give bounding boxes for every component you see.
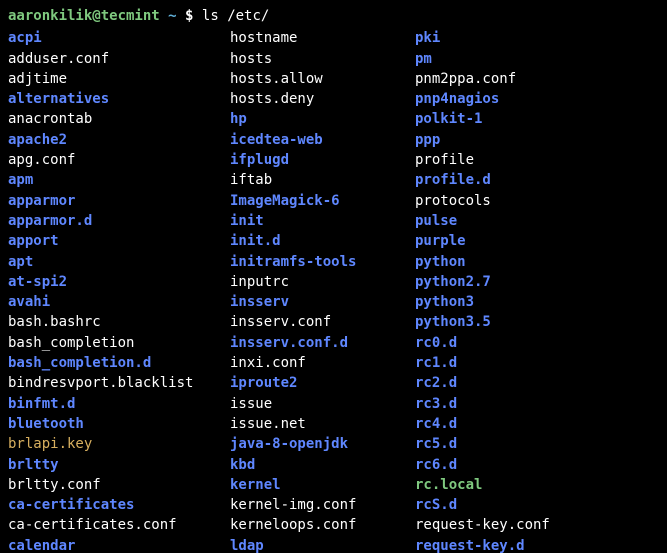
file-entry: hostname bbox=[230, 28, 415, 48]
file-entry: apt bbox=[8, 252, 230, 272]
prompt-symbol: $ bbox=[185, 8, 193, 24]
terminal-window[interactable]: aaronkilik@tecmint ~ $ ls /etc/ acpiaddu… bbox=[0, 0, 667, 553]
file-entry: rc0.d bbox=[415, 333, 659, 353]
file-entry: calendar bbox=[8, 536, 230, 553]
prompt-path: ~ bbox=[168, 8, 176, 24]
file-entry: profile bbox=[415, 150, 659, 170]
column-1: acpiadduser.confadjtimealternativesanacr… bbox=[8, 28, 230, 553]
file-entry: bash.bashrc bbox=[8, 312, 230, 332]
file-entry: iproute2 bbox=[230, 373, 415, 393]
file-entry: kbd bbox=[230, 455, 415, 475]
file-entry: icedtea-web bbox=[230, 130, 415, 150]
file-entry: polkit-1 bbox=[415, 109, 659, 129]
file-entry: rc.local bbox=[415, 475, 659, 495]
file-entry: insserv.conf.d bbox=[230, 333, 415, 353]
file-entry: issue.net bbox=[230, 414, 415, 434]
file-entry: pnm2ppa.conf bbox=[415, 69, 659, 89]
file-entry: bindresvport.blacklist bbox=[8, 373, 230, 393]
file-entry: kernel-img.conf bbox=[230, 495, 415, 515]
file-entry: init bbox=[230, 211, 415, 231]
file-entry: inputrc bbox=[230, 272, 415, 292]
file-entry: apache2 bbox=[8, 130, 230, 150]
file-entry: inxi.conf bbox=[230, 353, 415, 373]
file-entry: apport bbox=[8, 231, 230, 251]
file-entry: init.d bbox=[230, 231, 415, 251]
file-entry: apg.conf bbox=[8, 150, 230, 170]
file-entry: bash_completion.d bbox=[8, 353, 230, 373]
file-entry: python bbox=[415, 252, 659, 272]
file-entry: ca-certificates.conf bbox=[8, 515, 230, 535]
file-entry: adduser.conf bbox=[8, 49, 230, 69]
file-entry: rcS.d bbox=[415, 495, 659, 515]
file-entry: apm bbox=[8, 170, 230, 190]
column-3: pkipmpnm2ppa.confpnp4nagiospolkit-1ppppr… bbox=[415, 28, 659, 553]
file-entry: hp bbox=[230, 109, 415, 129]
ls-output: acpiadduser.confadjtimealternativesanacr… bbox=[8, 28, 659, 553]
file-entry: anacrontab bbox=[8, 109, 230, 129]
file-entry: brltty bbox=[8, 455, 230, 475]
file-entry: rc4.d bbox=[415, 414, 659, 434]
file-entry: python2.7 bbox=[415, 272, 659, 292]
file-entry: pulse bbox=[415, 211, 659, 231]
file-entry: ppp bbox=[415, 130, 659, 150]
file-entry: iftab bbox=[230, 170, 415, 190]
command-text: ls /etc/ bbox=[202, 8, 269, 24]
file-entry: alternatives bbox=[8, 89, 230, 109]
file-entry: insserv bbox=[230, 292, 415, 312]
file-entry: bluetooth bbox=[8, 414, 230, 434]
file-entry: purple bbox=[415, 231, 659, 251]
file-entry: apparmor.d bbox=[8, 211, 230, 231]
file-entry: profile.d bbox=[415, 170, 659, 190]
file-entry: bash_completion bbox=[8, 333, 230, 353]
file-entry: insserv.conf bbox=[230, 312, 415, 332]
file-entry: acpi bbox=[8, 28, 230, 48]
file-entry: request-key.conf bbox=[415, 515, 659, 535]
file-entry: adjtime bbox=[8, 69, 230, 89]
file-entry: brlapi.key bbox=[8, 434, 230, 454]
file-entry: rc6.d bbox=[415, 455, 659, 475]
file-entry: pki bbox=[415, 28, 659, 48]
user-host: aaronkilik@tecmint bbox=[8, 8, 160, 24]
file-entry: ifplugd bbox=[230, 150, 415, 170]
file-entry: issue bbox=[230, 394, 415, 414]
file-entry: initramfs-tools bbox=[230, 252, 415, 272]
file-entry: ImageMagick-6 bbox=[230, 191, 415, 211]
file-entry: protocols bbox=[415, 191, 659, 211]
file-entry: brltty.conf bbox=[8, 475, 230, 495]
file-entry: hosts.allow bbox=[230, 69, 415, 89]
file-entry: hosts.deny bbox=[230, 89, 415, 109]
file-entry: rc3.d bbox=[415, 394, 659, 414]
file-entry: binfmt.d bbox=[8, 394, 230, 414]
file-entry: pnp4nagios bbox=[415, 89, 659, 109]
file-entry: pm bbox=[415, 49, 659, 69]
prompt-line: aaronkilik@tecmint ~ $ ls /etc/ bbox=[8, 6, 659, 26]
file-entry: ca-certificates bbox=[8, 495, 230, 515]
file-entry: apparmor bbox=[8, 191, 230, 211]
file-entry: ldap bbox=[230, 536, 415, 553]
file-entry: request-key.d bbox=[415, 536, 659, 553]
file-entry: at-spi2 bbox=[8, 272, 230, 292]
file-entry: hosts bbox=[230, 49, 415, 69]
file-entry: rc1.d bbox=[415, 353, 659, 373]
file-entry: kerneloops.conf bbox=[230, 515, 415, 535]
file-entry: rc2.d bbox=[415, 373, 659, 393]
file-entry: rc5.d bbox=[415, 434, 659, 454]
column-2: hostnamehostshosts.allowhosts.denyhpiced… bbox=[230, 28, 415, 553]
file-entry: java-8-openjdk bbox=[230, 434, 415, 454]
file-entry: python3 bbox=[415, 292, 659, 312]
file-entry: kernel bbox=[230, 475, 415, 495]
file-entry: python3.5 bbox=[415, 312, 659, 332]
file-entry: avahi bbox=[8, 292, 230, 312]
